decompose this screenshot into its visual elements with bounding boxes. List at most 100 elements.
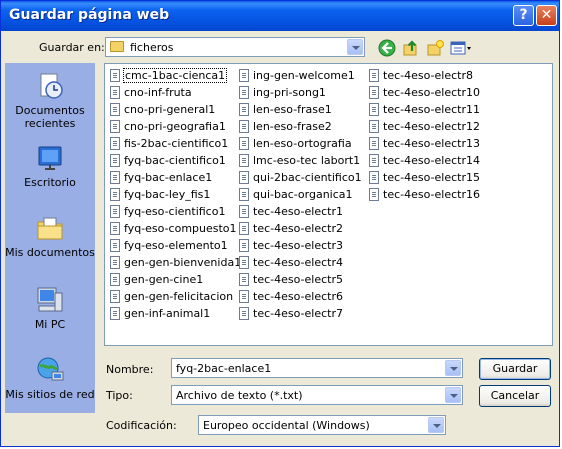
close-button[interactable]: ✕ (536, 5, 557, 26)
file-name: tec-4eso-electr7 (253, 307, 343, 320)
encoding-dropdown[interactable]: Europeo occidental (Windows) (198, 415, 446, 435)
file-name: lmc-eso-tec labort1 (253, 154, 361, 167)
network-places-icon (35, 355, 65, 385)
file-list[interactable]: cmc-1bac-cienca1 cno-inf-fruta cno-pri-gen… (104, 63, 553, 346)
file-name: fyq-bac-ley_fis1 (124, 188, 211, 201)
file-name: len-eso-frase1 (253, 103, 332, 116)
text-file-icon (239, 69, 249, 82)
text-file-icon (239, 137, 249, 150)
file-name: tec-4eso-electr10 (383, 86, 480, 99)
text-file-icon (110, 205, 120, 218)
chevron-down-icon[interactable] (347, 39, 363, 55)
text-file-icon (369, 86, 379, 99)
text-file-icon (110, 273, 120, 286)
file-name: gen-inf-animal1 (124, 307, 211, 320)
file-name: len-eso-frase2 (253, 120, 332, 133)
file-name: cno-inf-fruta (124, 86, 192, 99)
text-file-icon (369, 120, 379, 133)
up-folder-icon[interactable] (401, 39, 421, 59)
text-file-icon (239, 290, 249, 303)
file-name: qui-bac-organica1 (253, 188, 353, 201)
text-file-icon (110, 256, 120, 269)
help-button[interactable]: ? (513, 5, 534, 26)
file-name: cno-pri-general1 (124, 103, 216, 116)
text-file-icon (369, 154, 379, 167)
sidebar-item-desktop[interactable]: Escritorio (5, 143, 95, 189)
filename-label: Nombre: (106, 363, 154, 376)
my-documents-icon (35, 213, 65, 243)
sidebar-item-recent[interactable]: Documentos recientes (5, 71, 95, 130)
file-name: tec-4eso-electr12 (383, 120, 480, 133)
text-file-icon (239, 154, 249, 167)
text-file-icon (239, 205, 249, 218)
file-name: cmc-1bac-cienca1 (123, 68, 228, 83)
text-file-icon (110, 154, 120, 167)
sidebar-item-my-computer[interactable]: Mi PC (5, 285, 95, 331)
chevron-down-icon[interactable] (445, 387, 461, 403)
file-name: ing-gen-welcome1 (253, 69, 355, 82)
file-name: fis-2bac-cientifico1 (124, 137, 229, 150)
desktop-icon (35, 143, 65, 173)
file-name: cno-pri-geografia1 (124, 120, 226, 133)
back-icon[interactable] (377, 39, 397, 59)
file-name: fyq-eso-cientifico1 (124, 205, 226, 218)
sidebar-item-network[interactable]: Mis sitios de red (5, 355, 95, 401)
file-name: tec-4eso-electr4 (253, 256, 343, 269)
file-type-value: Archivo de texto (*.txt) (176, 389, 303, 402)
text-file-icon (239, 171, 249, 184)
text-file-icon (110, 69, 120, 82)
file-name: gen-gen-cine1 (124, 273, 204, 286)
file-name: tec-4eso-electr15 (383, 171, 480, 184)
text-file-icon (239, 188, 249, 201)
file-name: tec-4eso-electr6 (253, 290, 343, 303)
text-file-icon (369, 69, 379, 82)
file-name: tec-4eso-electr1 (253, 205, 343, 218)
text-file-icon (110, 86, 120, 99)
text-file-icon (110, 188, 120, 201)
text-file-icon (239, 239, 249, 252)
chevron-down-icon[interactable] (445, 360, 461, 376)
file-name: ing-pri-song1 (253, 86, 326, 99)
file-type-label: Tipo: (106, 389, 133, 402)
file-name: tec-4eso-electr16 (383, 188, 480, 201)
encoding-label: Codificación: (106, 419, 177, 432)
my-computer-icon (35, 285, 65, 315)
folder-icon (110, 41, 124, 52)
save-in-dropdown[interactable]: ficheros (105, 37, 365, 57)
text-file-icon (239, 120, 249, 133)
chevron-down-icon[interactable] (428, 417, 444, 433)
text-file-icon (110, 171, 120, 184)
text-file-icon (369, 171, 379, 184)
recent-documents-icon (35, 71, 65, 101)
text-file-icon (110, 137, 120, 150)
file-name: tec-4eso-electr2 (253, 222, 343, 235)
text-file-icon (239, 256, 249, 269)
window-title: Guardar página web (9, 7, 170, 23)
file-name: tec-4eso-electr3 (253, 239, 343, 252)
file-name: fyq-eso-elemento1 (124, 239, 228, 252)
file-name: gen-gen-bienvenida1 (124, 256, 242, 269)
save-button[interactable]: Guardar (479, 358, 551, 380)
text-file-icon (110, 307, 120, 320)
file-type-dropdown[interactable]: Archivo de texto (*.txt) (171, 385, 463, 405)
filename-input[interactable]: fyq-2bac-enlace1 (171, 358, 463, 378)
save-dialog: Guardar página web ? ✕ Guardar en: fiche… (0, 0, 560, 447)
text-file-icon (239, 222, 249, 235)
text-file-icon (239, 273, 249, 286)
file-name: tec-4eso-electr13 (383, 137, 480, 150)
file-name: tec-4eso-electr5 (253, 273, 343, 286)
text-file-icon (239, 307, 249, 320)
new-folder-icon[interactable] (425, 39, 445, 59)
file-name: tec-4eso-electr8 (383, 69, 473, 82)
file-name: tec-4eso-electr14 (383, 154, 480, 167)
text-file-icon (239, 86, 249, 99)
text-file-icon (110, 120, 120, 133)
cancel-button[interactable]: Cancelar (479, 385, 551, 407)
title-bar[interactable]: Guardar página web ? ✕ (1, 1, 559, 31)
sidebar-item-my-documents[interactable]: Mis documentos (5, 213, 95, 259)
file-name: fyq-bac-enlace1 (124, 171, 213, 184)
file-name: gen-gen-felicitacion (124, 290, 234, 303)
text-file-icon (110, 239, 120, 252)
view-menu-icon[interactable] (449, 39, 473, 59)
file-name: tec-4eso-electr11 (383, 103, 480, 116)
